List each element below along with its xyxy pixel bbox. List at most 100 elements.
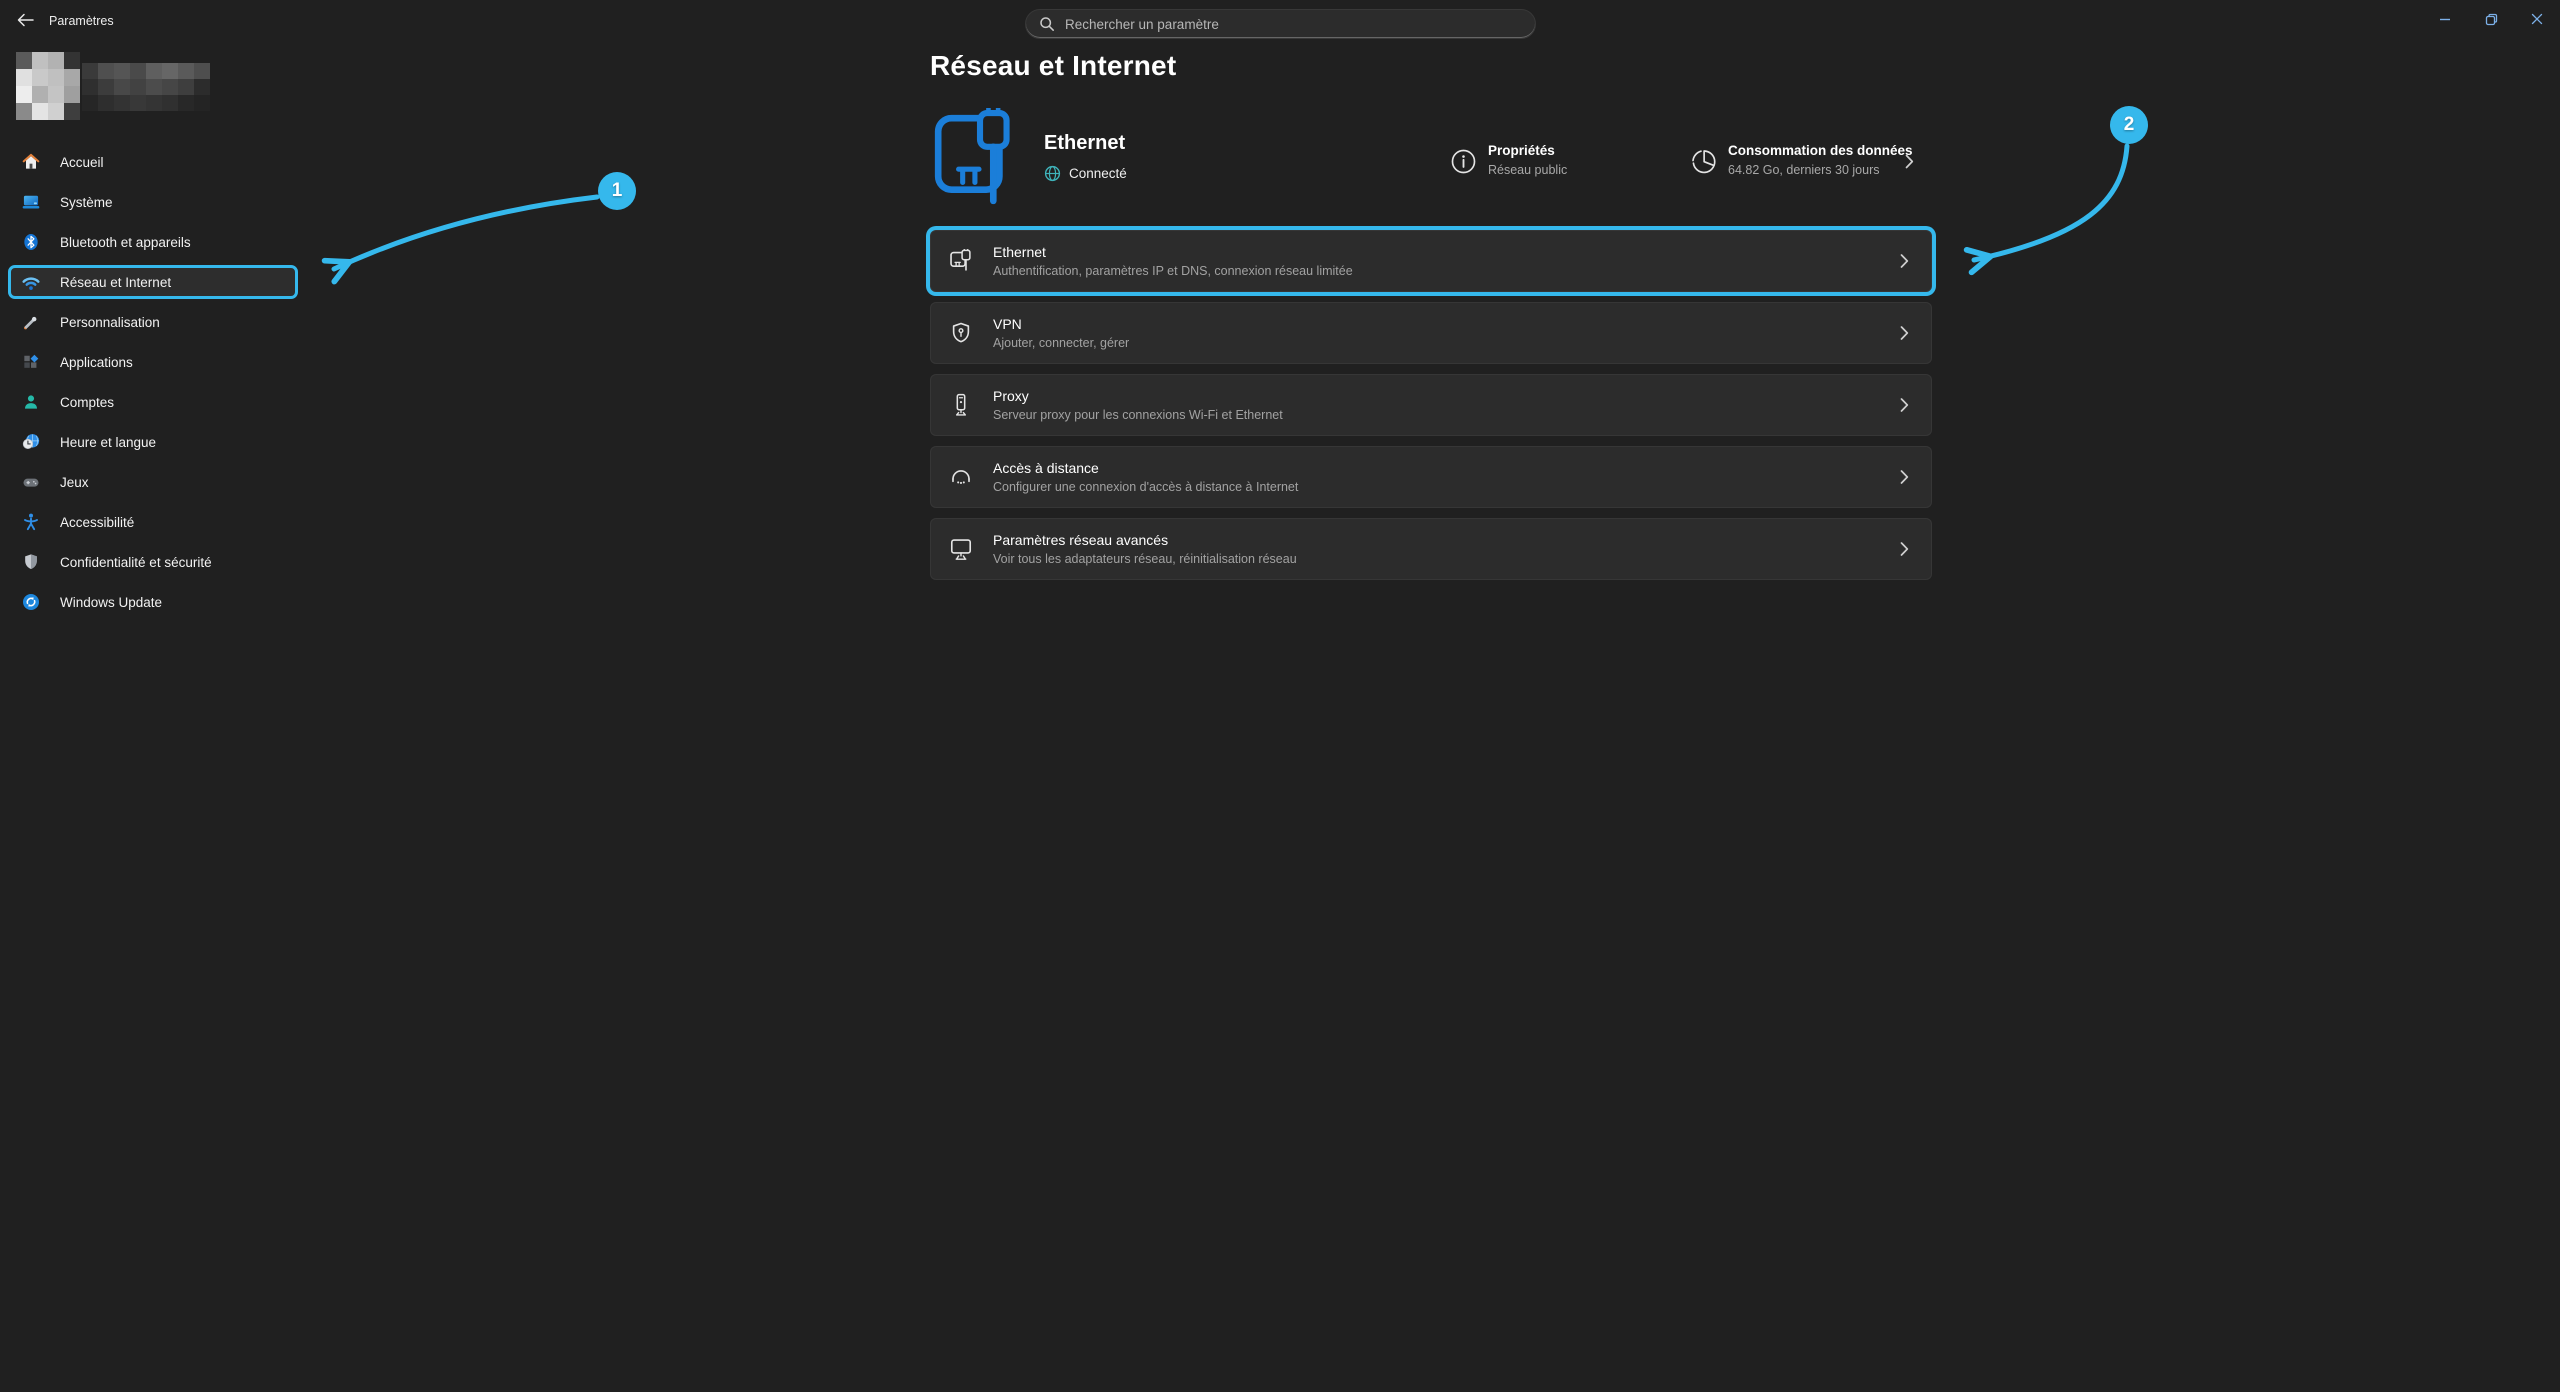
sidebar-item-accueil[interactable]: Accueil — [8, 145, 298, 179]
sidebar-item-jeux[interactable]: Jeux — [8, 465, 298, 499]
chevron-right-icon — [1900, 542, 1909, 557]
chevron-right-icon — [1900, 326, 1909, 341]
redacted-pixel — [16, 86, 32, 103]
sidebar-item-label: Accueil — [60, 155, 104, 170]
redacted-pixel — [32, 103, 48, 120]
row-parametres-reseau-avances[interactable]: Paramètres réseau avancés Voir tous les … — [930, 518, 1932, 580]
games-icon — [21, 472, 41, 492]
data-usage-subtitle: 64.82 Go, derniers 30 jours — [1728, 163, 1913, 177]
annotation-arrows — [0, 0, 2560, 1392]
redacted-pixel — [146, 63, 162, 79]
sidebar-item-applications[interactable]: Applications — [8, 345, 298, 379]
redacted-pixel — [194, 95, 210, 111]
proxy-server-icon — [948, 392, 974, 418]
ethernet-big-icon — [930, 108, 1028, 208]
close-button[interactable] — [2514, 0, 2560, 38]
properties-title: Propriétés — [1488, 143, 1567, 158]
sidebar-item-accessibilite[interactable]: Accessibilité — [8, 505, 298, 539]
sidebar-item-reseau-et-internet[interactable]: Réseau et Internet — [8, 265, 298, 299]
sidebar-item-label: Système — [60, 195, 113, 210]
redacted-pixel — [162, 95, 178, 111]
redacted-pixel — [146, 79, 162, 95]
settings-window: Paramètres Accueil — [0, 0, 2560, 1392]
connection-name: Ethernet — [1044, 132, 1127, 155]
redacted-pixel — [48, 86, 64, 103]
restore-button[interactable] — [2468, 0, 2514, 38]
redacted-pixel — [178, 95, 194, 111]
close-icon — [2531, 13, 2543, 25]
sidebar-item-label: Accessibilité — [60, 515, 134, 530]
redacted-pixel — [194, 79, 210, 95]
sidebar-item-confidentialite[interactable]: Confidentialité et sécurité — [8, 545, 298, 579]
redacted-pixel — [178, 79, 194, 95]
minimize-icon — [2439, 13, 2451, 25]
redacted-pixel — [16, 103, 32, 120]
redacted-pixel — [48, 69, 64, 86]
sidebar-item-bluetooth[interactable]: Bluetooth et appareils — [8, 225, 298, 259]
row-ethernet[interactable]: Ethernet Authentification, paramètres IP… — [930, 230, 1932, 292]
window-title: Paramètres — [49, 0, 114, 40]
redacted-pixel — [64, 69, 80, 86]
redacted-pixel — [82, 79, 98, 95]
redacted-pixel — [82, 95, 98, 111]
sidebar-item-label: Jeux — [60, 475, 89, 490]
row-title: VPN — [993, 316, 1129, 332]
advanced-network-icon — [948, 536, 974, 562]
redacted-pixel — [64, 103, 80, 120]
data-usage-block[interactable]: Consommation des données 64.82 Go, derni… — [1690, 143, 1913, 177]
page-title: Réseau et Internet — [930, 50, 1176, 82]
redacted-pixel — [114, 79, 130, 95]
row-proxy[interactable]: Proxy Serveur proxy pour les connexions … — [930, 374, 1932, 436]
ethernet-icon — [948, 248, 974, 274]
network-hero: Ethernet Connecté Propriétés Réseau publ… — [930, 108, 1932, 208]
redacted-pixel — [130, 95, 146, 111]
row-acces-a-distance[interactable]: Accès à distance Configurer une connexio… — [930, 446, 1932, 508]
avatar[interactable] — [16, 52, 80, 120]
windows-update-icon — [21, 592, 41, 612]
privacy-shield-icon — [21, 552, 41, 572]
sidebar-item-label: Applications — [60, 355, 133, 370]
redacted-pixel — [32, 69, 48, 86]
restore-icon — [2485, 13, 2498, 26]
back-button[interactable] — [10, 7, 40, 33]
search-input[interactable] — [1065, 17, 1495, 32]
redacted-pixel — [98, 79, 114, 95]
redacted-pixel — [162, 63, 178, 79]
sidebar-item-personnalisation[interactable]: Personnalisation — [8, 305, 298, 339]
row-vpn[interactable]: VPN Ajouter, connecter, gérer — [930, 302, 1932, 364]
row-subtitle: Authentification, paramètres IP et DNS, … — [993, 264, 1353, 278]
dialup-icon — [948, 464, 974, 490]
redacted-pixel — [194, 63, 210, 79]
minimize-button[interactable] — [2422, 0, 2468, 38]
sidebar-item-label: Heure et langue — [60, 435, 156, 450]
sidebar-item-windows-update[interactable]: Windows Update — [8, 585, 298, 619]
annotation-arrow-2 — [1974, 146, 2127, 260]
chevron-right-icon — [1900, 398, 1909, 413]
properties-block[interactable]: Propriétés Réseau public — [1450, 143, 1567, 177]
sidebar-item-heure-et-langue[interactable]: Heure et langue — [8, 425, 298, 459]
info-icon — [1450, 148, 1477, 175]
redacted-pixel — [114, 63, 130, 79]
profile-name-redacted — [82, 63, 210, 111]
settings-list: Ethernet Authentification, paramètres IP… — [930, 230, 1932, 580]
sidebar-item-comptes[interactable]: Comptes — [8, 385, 298, 419]
annotation-step-2-badge: 2 — [2110, 106, 2148, 144]
redacted-pixel — [130, 63, 146, 79]
row-title: Proxy — [993, 388, 1283, 404]
accounts-icon — [21, 392, 41, 412]
annotation-step-1-badge: 1 — [598, 172, 636, 210]
properties-subtitle: Réseau public — [1488, 163, 1567, 177]
chevron-right-icon[interactable] — [1905, 154, 1914, 169]
accessibility-icon — [21, 512, 41, 532]
redacted-pixel — [82, 63, 98, 79]
sidebar-nav: Accueil Système Bluetooth et appareils R… — [8, 145, 308, 625]
redacted-pixel — [146, 95, 162, 111]
redacted-pixel — [48, 52, 64, 69]
redacted-pixel — [98, 63, 114, 79]
sidebar-item-label: Comptes — [60, 395, 114, 410]
sidebar-item-systeme[interactable]: Système — [8, 185, 298, 219]
search-box[interactable] — [1025, 9, 1536, 39]
time-language-icon — [21, 432, 41, 452]
personalization-icon — [21, 312, 41, 332]
redacted-pixel — [178, 63, 194, 79]
